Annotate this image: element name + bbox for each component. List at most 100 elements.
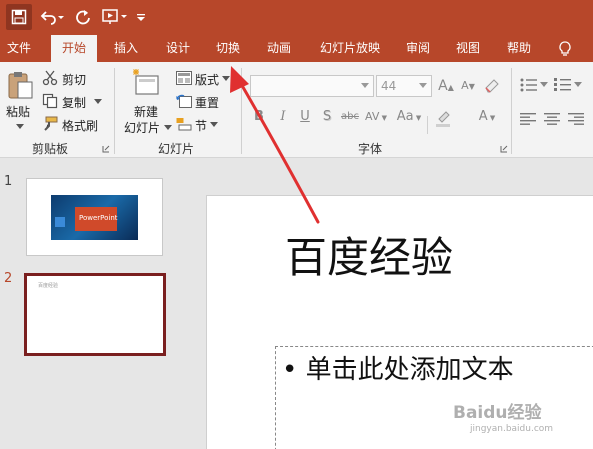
bold-button[interactable]: B: [251, 109, 267, 124]
font-size-dropdown-icon: [419, 83, 427, 88]
tab-transitions[interactable]: 切换: [208, 35, 248, 62]
highlighter-icon: [436, 111, 450, 127]
character-spacing-button[interactable]: AV ▼: [364, 110, 388, 123]
paste-dropdown-icon: [16, 124, 24, 129]
layout-dropdown-icon: [222, 76, 230, 81]
title-bar: [0, 0, 593, 35]
align-left-icon[interactable]: [520, 113, 536, 125]
slide-thumbnail-pane: 1 PowerPoint 2 百度经验: [0, 159, 178, 449]
format-painter-button[interactable]: 格式刷: [42, 116, 108, 134]
paste-label: 粘贴: [6, 105, 31, 119]
numbering-dropdown-icon[interactable]: [574, 82, 582, 88]
reset-button[interactable]: 重置: [176, 93, 232, 111]
new-slide-label-line1: 新建: [134, 105, 159, 119]
scissors-icon: [42, 70, 58, 86]
redo-icon: [76, 10, 90, 25]
body-placeholder-text: 单击此处添加文本: [305, 355, 514, 385]
font-launcher-icon[interactable]: [500, 145, 508, 153]
group-separator: [511, 68, 512, 154]
font-name-combobox[interactable]: [250, 75, 374, 97]
copy-dropdown-icon: [94, 99, 102, 104]
paste-icon: [8, 72, 33, 99]
increase-font-size-button[interactable]: A▲: [436, 78, 456, 96]
underline-button[interactable]: U: [297, 109, 313, 124]
thumbnail-title-text: 百度经验: [38, 283, 59, 289]
tab-insert[interactable]: 插入: [106, 35, 146, 62]
reset-icon: [176, 94, 192, 108]
lightbulb-icon: [559, 41, 571, 56]
tab-view[interactable]: 视图: [448, 35, 488, 62]
tab-review[interactable]: 审阅: [398, 35, 438, 62]
font-group-label: 字体: [357, 142, 382, 156]
slides-group-label: 幻灯片: [157, 142, 194, 156]
section-icon: [176, 118, 192, 131]
clipboard-launcher-icon[interactable]: [102, 145, 110, 153]
reset-label: 重置: [195, 96, 220, 110]
group-separator: [114, 68, 115, 154]
cut-label: 剪切: [62, 73, 87, 87]
numbering-icon[interactable]: [554, 78, 572, 92]
slide-title[interactable]: 百度经验: [285, 224, 453, 285]
clipboard-group-label: 剪贴板: [31, 142, 68, 156]
body-placeholder-bullet: • 单击此处添加文本: [282, 355, 514, 385]
change-case-label: Aa: [396, 109, 414, 124]
layout-icon: [176, 71, 192, 85]
text-shadow-button[interactable]: S: [320, 109, 334, 124]
paste-button[interactable]: 粘贴: [4, 70, 36, 130]
change-case-button[interactable]: Aa ▼: [394, 109, 424, 124]
new-slide-button[interactable]: 新建 幻灯片: [122, 68, 172, 135]
highlight-button[interactable]: [434, 108, 454, 132]
group-separator: [241, 68, 242, 154]
new-slide-label-line2: 幻灯片: [124, 121, 161, 135]
format-painter-label: 格式刷: [62, 119, 99, 133]
copy-icon: [42, 93, 58, 109]
slide-thumbnail-image: PowerPoint: [51, 195, 138, 240]
cut-button[interactable]: 剪切: [42, 70, 108, 88]
save-button[interactable]: [6, 4, 32, 30]
tab-design[interactable]: 设计: [158, 35, 198, 62]
copy-button[interactable]: 复制: [42, 93, 108, 111]
layout-button[interactable]: 版式: [176, 70, 232, 88]
present-from-start-button[interactable]: [100, 4, 130, 30]
section-label: 节: [195, 119, 208, 133]
section-button[interactable]: 节: [176, 116, 232, 134]
format-painter-icon: [44, 116, 58, 131]
save-icon: [11, 9, 27, 25]
slide-thumbnail-1[interactable]: PowerPoint: [26, 178, 163, 256]
tab-file[interactable]: 文件: [0, 35, 38, 62]
strikethrough-button[interactable]: abc: [339, 111, 361, 122]
windows-logo-icon: [55, 217, 65, 227]
present-from-start-icon: [102, 9, 127, 24]
align-center-icon[interactable]: [544, 113, 560, 125]
clear-formatting-icon[interactable]: [484, 78, 500, 94]
decrease-font-size-button[interactable]: A▼: [458, 79, 478, 97]
copy-label: 复制: [62, 96, 87, 110]
tell-me-button[interactable]: [552, 35, 578, 62]
bullets-dropdown-icon[interactable]: [540, 82, 548, 88]
align-right-icon[interactable]: [568, 113, 584, 125]
slide-number-1: 1: [4, 174, 13, 189]
font-size-combobox[interactable]: 44: [376, 75, 432, 97]
layout-label: 版式: [195, 73, 220, 87]
customize-qat-button[interactable]: [134, 4, 148, 30]
section-dropdown-icon: [210, 122, 218, 127]
bullets-icon[interactable]: [520, 78, 538, 92]
font-color-button[interactable]: A ▼: [472, 109, 502, 124]
slide-thumbnail-2-selected[interactable]: 百度经验: [24, 273, 166, 356]
font-size-value: 44: [381, 79, 397, 93]
font-color-label: A: [478, 109, 488, 124]
font-name-dropdown-icon: [361, 83, 369, 88]
italic-button[interactable]: I: [276, 109, 290, 124]
ribbon-tab-bar: 文件 开始 插入 设计 切换 动画 幻灯片放映 审阅 视图 帮助: [0, 35, 593, 62]
watermark-url: jingyan.baidu.com: [470, 424, 554, 434]
tab-home[interactable]: 开始: [51, 35, 97, 62]
new-slide-icon: [133, 69, 159, 95]
undo-icon: [40, 11, 64, 25]
character-spacing-label: AV: [365, 110, 380, 123]
ribbon: 粘贴 剪切 复制 格式刷 剪贴板 新建 幻灯片 版式 重置 节 幻灯片 44 A…: [0, 62, 593, 158]
tab-help[interactable]: 帮助: [499, 35, 539, 62]
tab-animations[interactable]: 动画: [259, 35, 299, 62]
undo-button[interactable]: [38, 4, 66, 30]
redo-button[interactable]: [72, 4, 94, 30]
tab-slideshow[interactable]: 幻灯片放映: [312, 35, 388, 62]
